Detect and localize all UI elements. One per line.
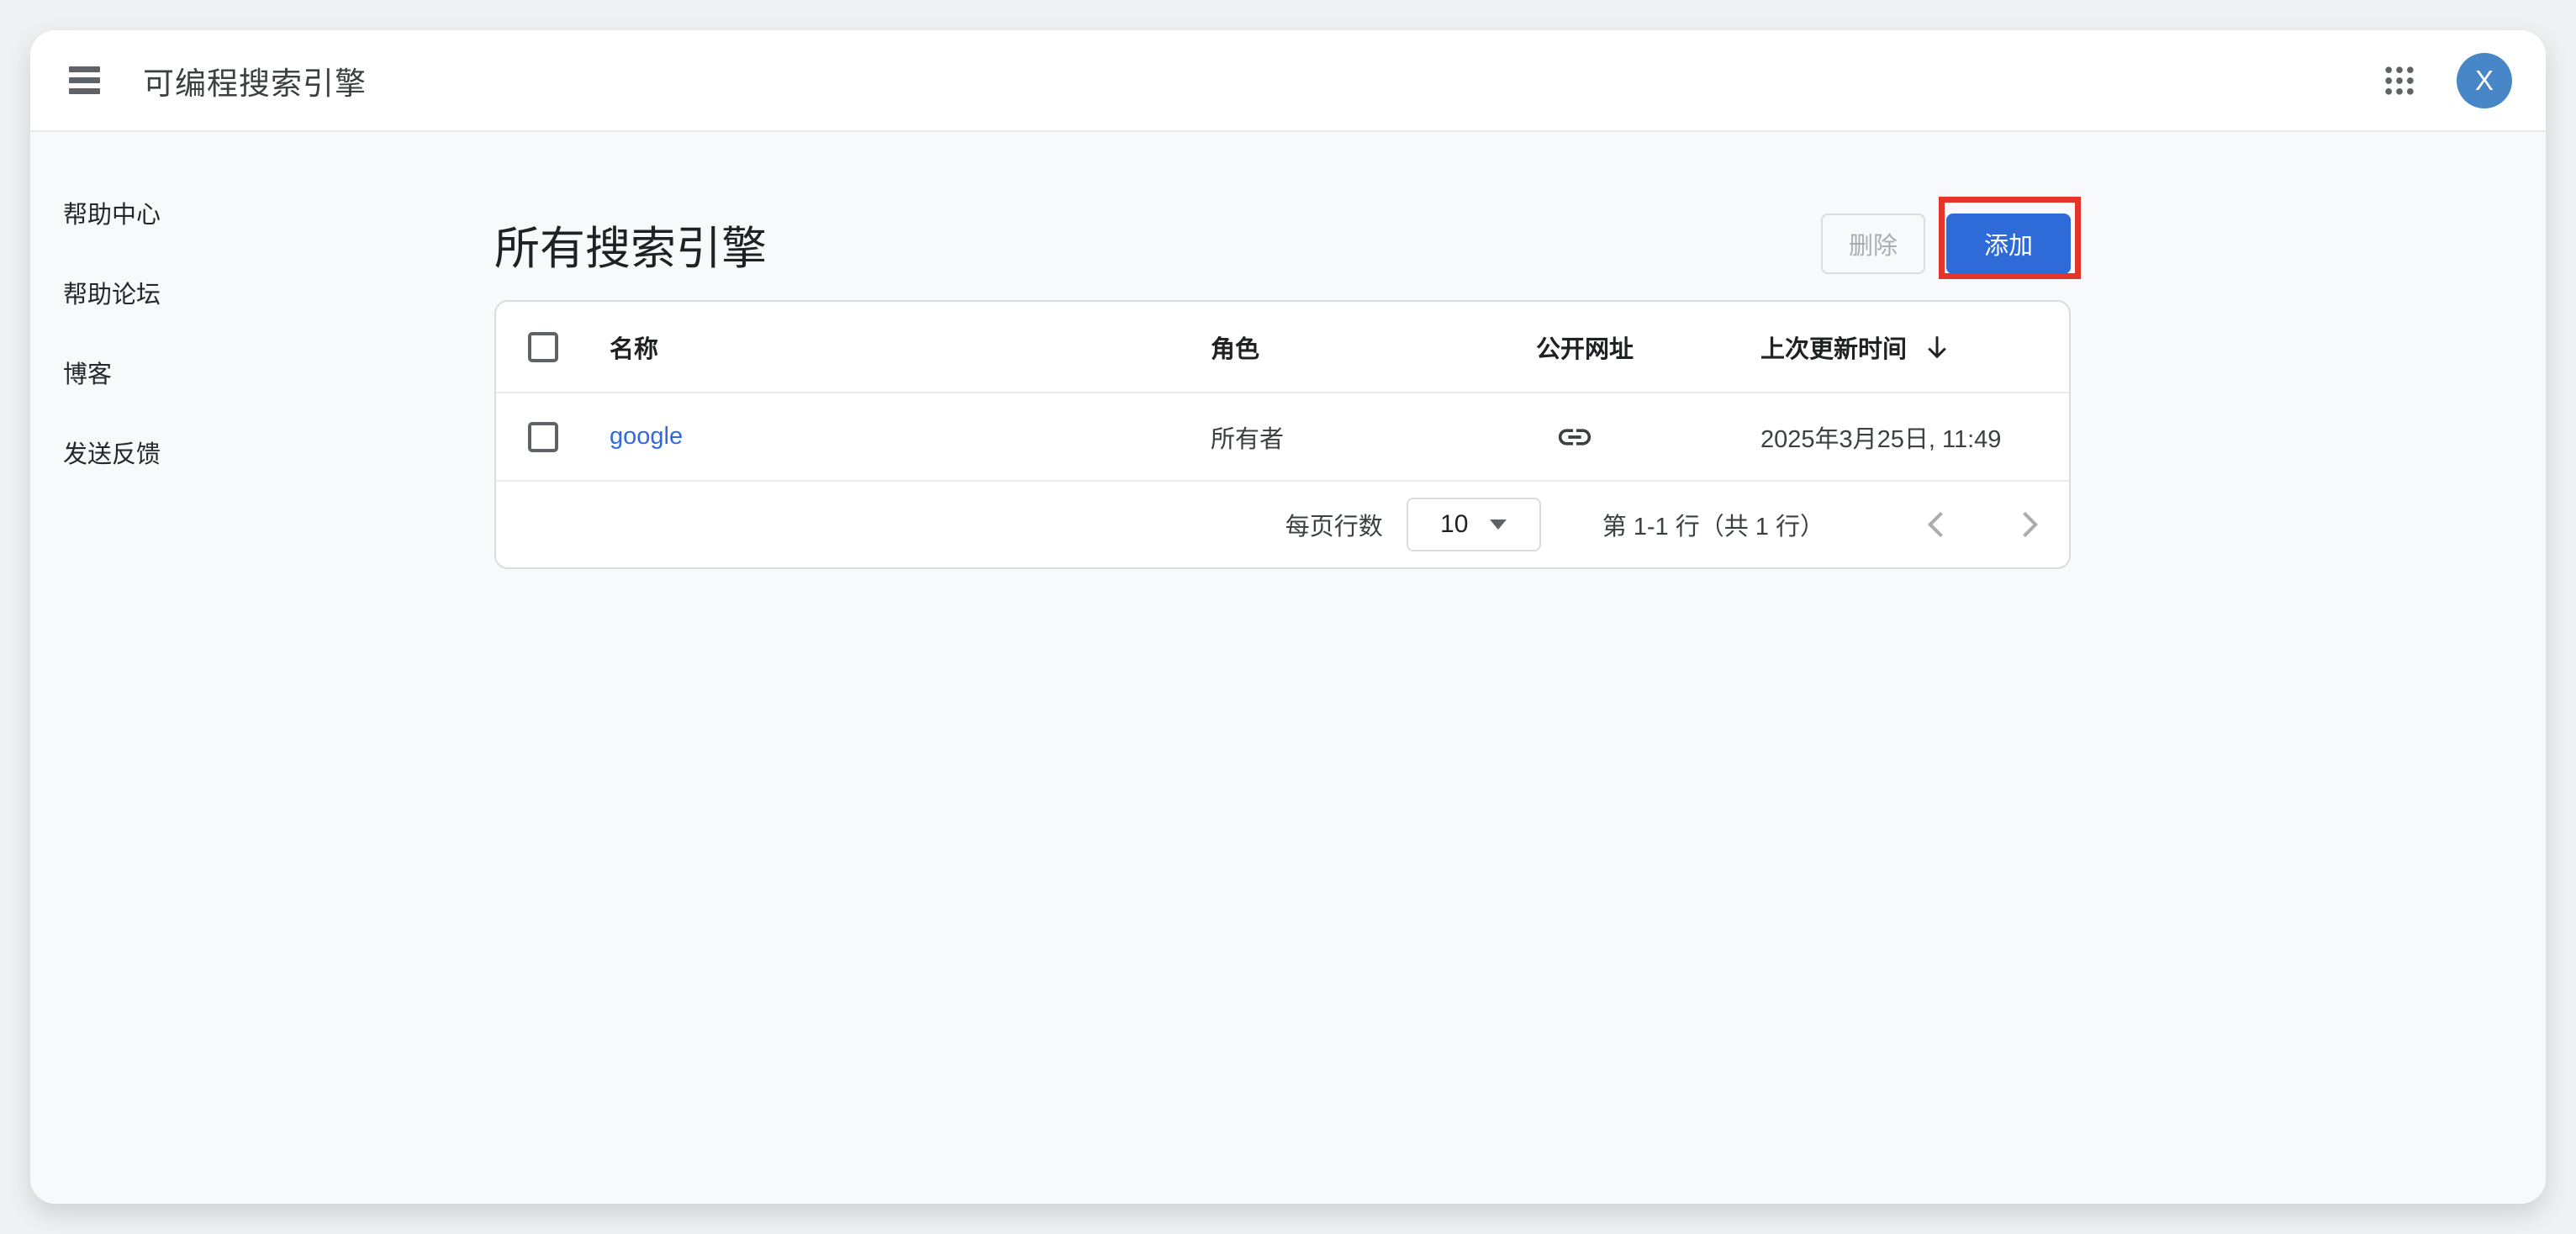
select-all-checkbox[interactable] — [528, 332, 558, 362]
sidebar-item-send-feedback[interactable]: 发送反馈 — [63, 412, 416, 492]
search-engines-table: 名称 角色 公开网址 上次更新时间 google — [494, 300, 2071, 569]
pagination-range-text: 第 1-1 行（共 1 行） — [1602, 507, 1824, 542]
delete-button[interactable]: 删除 — [1821, 214, 1925, 274]
column-header-name: 名称 — [610, 330, 1211, 365]
rows-per-page-label: 每页行数 — [1285, 507, 1383, 542]
column-header-public-url: 公开网址 — [1536, 330, 1760, 365]
row-checkbox[interactable] — [528, 422, 558, 452]
previous-page-button[interactable] — [1919, 506, 1956, 543]
app-window: 可编程搜索引擎 X 帮助中心 帮助论坛 博客 发送反馈 所有搜索引擎 删 — [30, 30, 2546, 1204]
engine-role: 所有者 — [1211, 419, 1536, 455]
sidebar-item-blog[interactable]: 博客 — [63, 332, 416, 412]
column-header-role: 角色 — [1211, 330, 1536, 365]
column-header-last-updated[interactable]: 上次更新时间 — [1760, 330, 2069, 365]
rows-per-page-select[interactable]: 10 — [1407, 498, 1541, 551]
sidebar-item-help-center[interactable]: 帮助中心 — [63, 172, 416, 252]
app-title: 可编程搜索引擎 — [143, 58, 367, 103]
add-button[interactable]: 添加 — [1946, 214, 2071, 274]
main-panel: 所有搜索引擎 删除 添加 名称 角色 公开网址 上次更新时间 — [494, 132, 2071, 569]
content-area: 帮助中心 帮助论坛 博客 发送反馈 所有搜索引擎 删除 添加 名称 — [30, 132, 2546, 1204]
avatar[interactable]: X — [2457, 53, 2512, 108]
table-row: google 所有者 2025年3月25日, 11:49 — [496, 393, 2069, 482]
table-header-row: 名称 角色 公开网址 上次更新时间 — [496, 302, 2069, 393]
sidebar-item-help-forum[interactable]: 帮助论坛 — [63, 252, 416, 332]
next-page-button[interactable] — [2010, 506, 2047, 543]
public-url-link-icon[interactable] — [1555, 418, 1594, 456]
engine-name-link[interactable]: google — [610, 423, 683, 451]
top-app-bar: 可编程搜索引擎 X — [30, 30, 2546, 132]
table-pagination: 每页行数 10 第 1-1 行（共 1 行） — [496, 482, 2069, 567]
sidebar: 帮助中心 帮助论坛 博客 发送反馈 — [63, 172, 416, 492]
sort-desc-icon — [1922, 332, 1952, 362]
apps-grid-icon[interactable] — [2381, 62, 2418, 99]
caret-down-icon — [1490, 519, 1507, 530]
engine-last-updated: 2025年3月25日, 11:49 — [1760, 419, 2069, 455]
hamburger-menu-icon[interactable] — [69, 66, 101, 94]
page-title: 所有搜索引擎 — [494, 211, 767, 277]
